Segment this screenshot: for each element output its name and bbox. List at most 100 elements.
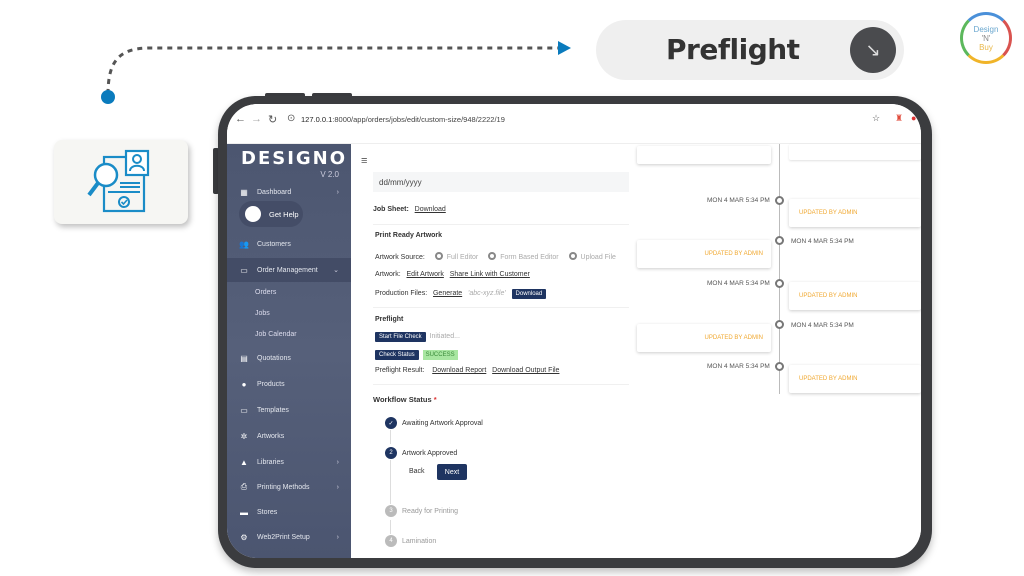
sidebar-item-customers[interactable]: 👥 Customers — [227, 233, 351, 255]
step-label: Awaiting Artwork Approval — [402, 419, 483, 427]
app-logo: DESIGNO — [241, 148, 348, 169]
sidebar-item-products[interactable]: ● Products — [227, 373, 351, 395]
main-content: ≡ dd/mm/yyyy Job Sheet: Download Print R… — [351, 144, 921, 558]
forward-icon[interactable]: → — [251, 113, 262, 125]
share-link-customer[interactable]: Share Link with Customer — [450, 271, 530, 278]
tablet-screen: ← → ↻ ⊙ 127.0.0.1:8000/app/orders/jobs/e… — [227, 104, 921, 558]
timeline-card: UPDATED BY ADMIN — [789, 199, 921, 227]
workflow-step[interactable]: 4 Lamination — [385, 535, 436, 547]
radio-label: Form Based Editor — [500, 254, 559, 261]
workflow-title-text: Workflow Status — [373, 395, 432, 404]
file-check-status: Initiated... — [429, 333, 460, 340]
artworks-icon: ✲ — [240, 431, 248, 441]
timeline-node — [775, 279, 784, 288]
sidebar-item-printing-methods[interactable]: ⎙ Printing Methods › — [227, 476, 351, 498]
download-report-link[interactable]: Download Report — [432, 367, 486, 374]
divider — [373, 307, 629, 308]
file-check-row: Start File Check Initiated... — [375, 332, 460, 342]
job-sheet-label: Job Sheet: — [373, 206, 409, 213]
step-number: 2 — [385, 447, 397, 459]
radio-label: Upload File — [580, 254, 616, 261]
sidebar-subitem-job-calendar[interactable]: Job Calendar — [255, 331, 297, 338]
site-info-icon[interactable]: ⊙ — [287, 113, 295, 124]
artwork-row: Artwork: Edit Artwork Share Link with Cu… — [375, 271, 530, 278]
download-output-link[interactable]: Download Output File — [492, 367, 559, 374]
sidebar-item-label: Libraries — [257, 458, 284, 466]
print-ready-title: Print Ready Artwork — [375, 232, 443, 239]
chevron-down-icon: ⌄ — [333, 267, 339, 274]
arrow-down-right-icon[interactable]: ↘ — [850, 27, 896, 73]
timeline-card: UPDATED BY ADMIN — [789, 282, 921, 310]
workflow-step[interactable]: ✓ Awaiting Artwork Approval — [385, 417, 483, 429]
sidebar-subitem-orders[interactable]: Orders — [255, 289, 276, 296]
radio-upload-file[interactable] — [568, 252, 577, 260]
sidebar-item-artworks[interactable]: ✲ Artworks — [227, 425, 351, 447]
chevron-right-icon: › — [336, 483, 339, 491]
profile-icon[interactable]: ● — [911, 113, 916, 123]
timeline-time: MON 4 MAR 5:34 PM — [707, 280, 770, 287]
timeline-node — [775, 320, 784, 329]
sidebar: DESIGNO V 2.0 ▦ Dashboard › Get Help 👥 C… — [227, 144, 351, 558]
start-dot — [101, 90, 115, 104]
artwork-source-label: Artwork Source: — [375, 254, 425, 261]
radio-full-editor[interactable] — [434, 252, 443, 260]
timeline-card: UPDATED BY ADMIN — [637, 324, 771, 352]
timeline-time: MON 4 MAR 5:34 PM — [707, 363, 770, 370]
sidebar-item-label: Artworks — [257, 432, 285, 440]
radio-form-based-editor[interactable] — [488, 252, 497, 260]
job-sheet-row: Job Sheet: Download — [373, 206, 446, 213]
timeline-card — [637, 146, 771, 164]
timeline-card: UPDATED BY ADMIN — [637, 240, 771, 268]
customers-icon: 👥 — [239, 239, 249, 249]
sidebar-item-label: Templates — [257, 406, 289, 414]
sidebar-item-libraries[interactable]: ▲ Libraries › — [227, 451, 351, 473]
get-help-label: Get Help — [269, 209, 299, 219]
sidebar-item-templates[interactable]: ▭ Templates — [227, 399, 351, 421]
timeline-time: MON 4 MAR 5:34 PM — [791, 238, 854, 245]
start-file-check-button[interactable]: Start File Check — [375, 332, 426, 342]
address-bar[interactable]: 127.0.0.1:8000/app/orders/jobs/edit/cust… — [301, 115, 505, 124]
reload-icon[interactable]: ↻ — [268, 113, 277, 126]
sidebar-item-quotations[interactable]: ▤ Quotations — [227, 347, 351, 369]
sidebar-item-label: Products — [257, 380, 285, 388]
date-input[interactable]: dd/mm/yyyy — [373, 172, 629, 192]
sidebar-item-web2print-setup[interactable]: ⚙ Web2Print Setup › — [227, 526, 351, 548]
sidebar-subitem-jobs[interactable]: Jobs — [255, 310, 270, 317]
production-files-label: Production Files: — [375, 290, 428, 297]
dashboard-icon: ▦ — [240, 187, 248, 197]
job-sheet-download-link[interactable]: Download — [415, 206, 446, 213]
sidebar-item-label: Printing Methods — [257, 483, 310, 491]
back-icon[interactable]: ← — [235, 113, 246, 125]
sidebar-item-order-management[interactable]: ▭ Order Management ⌄ — [227, 258, 351, 282]
generate-link[interactable]: Generate — [433, 290, 462, 297]
quotation-icon: ▤ — [240, 353, 248, 363]
edit-artwork-link[interactable]: Edit Artwork — [407, 271, 444, 278]
production-files-row: Production Files: Generate 'abc-xyz.file… — [375, 289, 547, 299]
preflight-result-row: Preflight Result: Download Report Downlo… — [375, 367, 559, 374]
get-help-button[interactable]: Get Help — [239, 201, 303, 227]
sidebar-item-stores[interactable]: ▬ Stores — [227, 501, 351, 523]
check-status-row: Check Status SUCCESS — [375, 350, 458, 360]
timeline-axis — [779, 144, 780, 394]
check-status-button[interactable]: Check Status — [375, 350, 419, 360]
hamburger-menu-icon[interactable]: ≡ — [361, 155, 367, 167]
step-number: 3 — [385, 505, 397, 517]
required-mark: * — [433, 395, 437, 404]
libraries-icon: ▲ — [240, 457, 248, 467]
next-button[interactable]: Next — [437, 464, 467, 480]
sidebar-item-label: Web2Print Setup — [257, 533, 310, 541]
artwork-source-row: Artwork Source: Full Editor Form Based E… — [375, 252, 616, 261]
workflow-step[interactable]: 2 Artwork Approved — [385, 447, 457, 459]
sidebar-item-dashboard[interactable]: ▦ Dashboard › — [227, 181, 351, 203]
sidebar-item-label: Dashboard — [257, 188, 292, 196]
feature-card — [54, 140, 188, 224]
stage: Preflight ↘ Design 'N' Buy ← → ↻ ⊙ 127.0… — [0, 0, 1024, 576]
workflow-step[interactable]: 3 Ready for Printing — [385, 505, 458, 517]
back-button[interactable]: Back — [409, 468, 425, 475]
star-icon[interactable]: ☆ — [872, 113, 880, 124]
url-host: 127.0.0.1 — [301, 115, 333, 124]
timeline-node — [775, 362, 784, 371]
extension-icon[interactable]: ♜ — [895, 113, 903, 124]
chevron-right-icon: › — [336, 533, 339, 541]
download-button[interactable]: Download — [511, 289, 547, 299]
